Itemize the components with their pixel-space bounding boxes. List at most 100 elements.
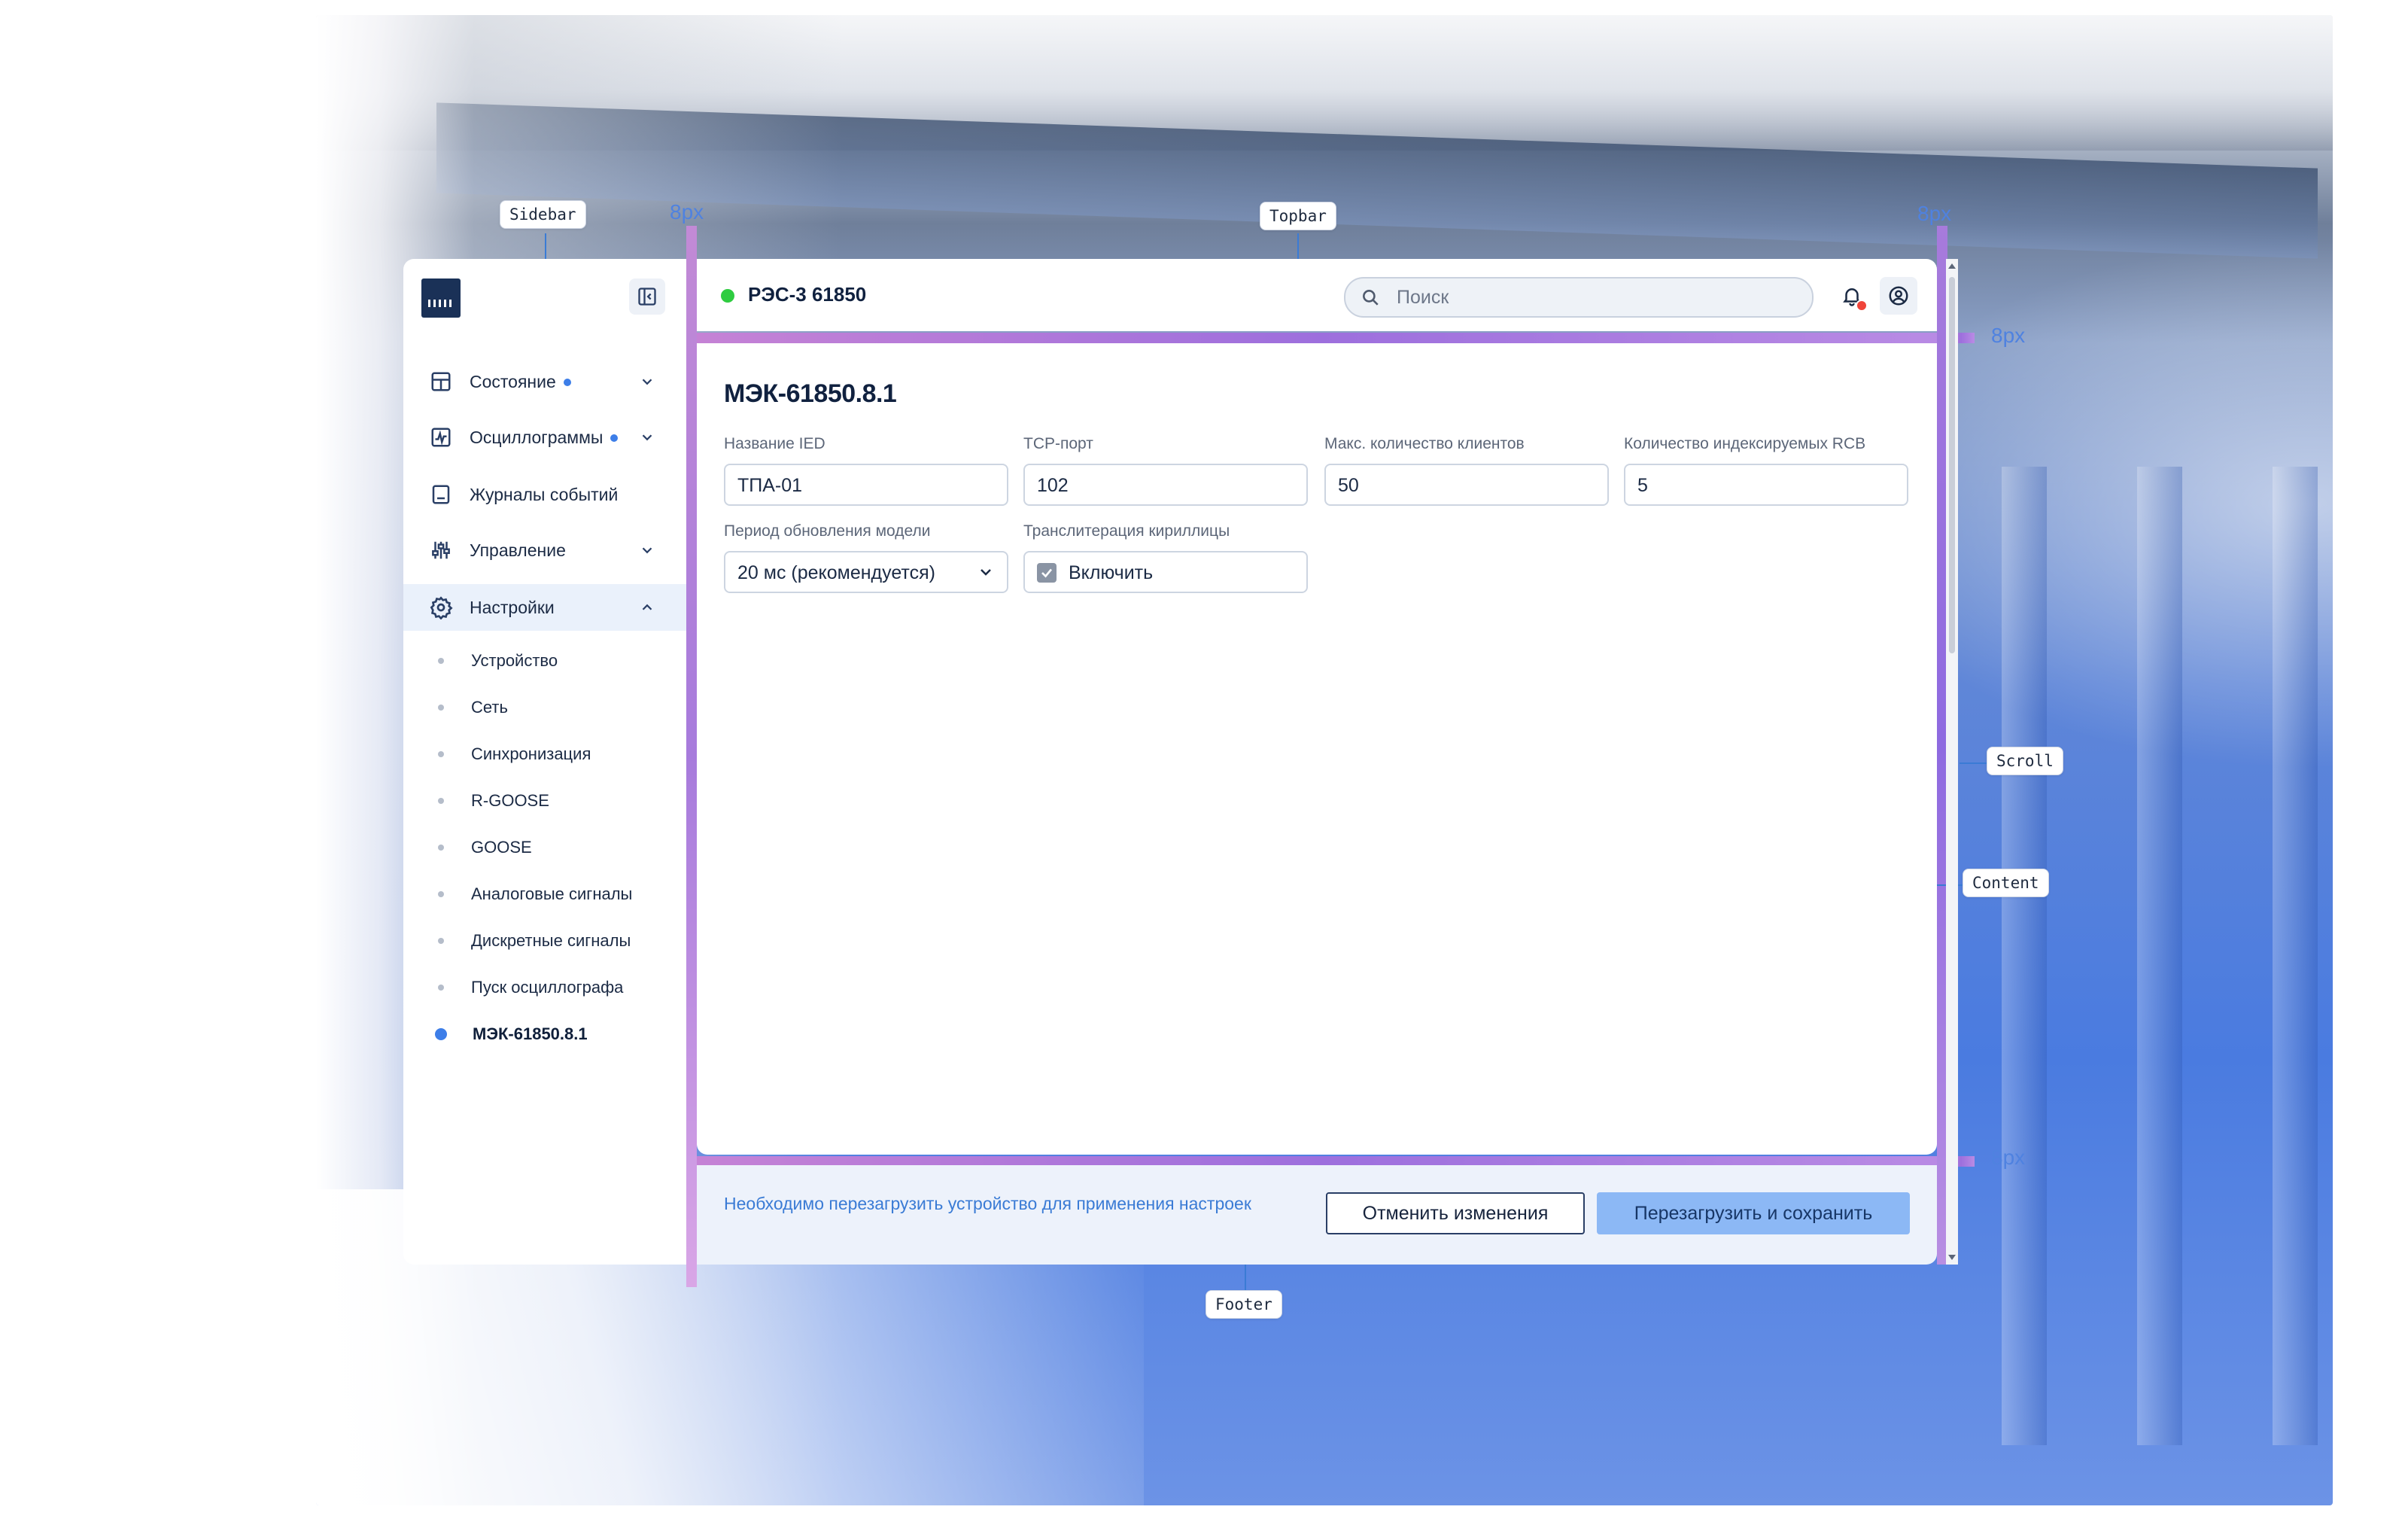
model-period-label: Период обновления модели <box>724 522 931 540</box>
sliders-icon <box>427 537 455 564</box>
transliteration-checkbox[interactable] <box>1037 563 1057 583</box>
right-gap-label-top: 8px <box>1917 202 1952 225</box>
gear-icon <box>427 594 455 621</box>
bullet-icon <box>438 798 444 804</box>
footer: Необходимо перезагрузить устройство для … <box>697 1165 1937 1265</box>
sidebar-item-settings[interactable]: Настройки <box>403 584 686 631</box>
collapse-sidebar-icon <box>638 288 656 306</box>
notification-badge <box>1856 300 1868 312</box>
restart-and-save-button[interactable]: Перезагрузить и сохранить <box>1597 1192 1910 1234</box>
device-name: РЭС-3 61850 <box>748 283 867 306</box>
transliteration-checkbox-label: Включить <box>1069 562 1154 583</box>
scrollbar[interactable] <box>1946 259 1958 1265</box>
topbar-gap-marker <box>697 333 1946 343</box>
topbar-annotation-line <box>1297 233 1299 259</box>
model-period-select[interactable]: 20 мс (рекомендуется) <box>724 551 1008 593</box>
search-input[interactable] <box>1395 283 1789 312</box>
rcb-count-label: Количество индексируемых RCB <box>1624 435 1866 452</box>
check-icon <box>1041 568 1053 578</box>
search-box[interactable] <box>1344 277 1814 318</box>
sidebar-subitem-iec-61850[interactable]: МЭК-61850.8.1 <box>403 1019 686 1049</box>
sidebar-item-status[interactable]: Состояние <box>403 358 686 405</box>
max-clients-input[interactable] <box>1336 471 1595 500</box>
page-title: МЭК-61850.8.1 <box>724 379 897 408</box>
bullet-icon <box>438 751 444 757</box>
collapse-sidebar-button[interactable] <box>629 278 665 315</box>
sidebar-subitem-label: R-GOOSE <box>471 791 549 810</box>
bullet-icon <box>438 705 444 711</box>
sidebar-subitem-discrete-signals[interactable]: Дискретные сигналы <box>403 926 686 956</box>
transliteration-label: Транслитерация кириллицы <box>1023 522 1230 540</box>
sidebar-subitem-sync[interactable]: Синхронизация <box>403 739 686 769</box>
ied-name-field[interactable] <box>724 464 1008 506</box>
max-clients-field[interactable] <box>1324 464 1609 506</box>
sidebar-item-label: Журналы событий <box>470 484 619 504</box>
sidebar-annotation-tag: Sidebar <box>500 200 586 229</box>
chevron-up-icon <box>637 597 658 618</box>
sidebar-subitem-label: Синхронизация <box>471 744 591 763</box>
sidebar-subitem-network[interactable]: Сеть <box>403 692 686 723</box>
sidebar-annotation-line <box>545 233 546 259</box>
sidebar-subitem-label: Аналоговые сигналы <box>471 884 633 903</box>
unread-dot <box>610 434 619 443</box>
rcb-count-field[interactable] <box>1624 464 1908 506</box>
unread-dot <box>563 379 571 387</box>
topbar-gap-label: 8px <box>1991 324 2026 347</box>
chevron-down-icon <box>637 427 658 448</box>
sidebar-subitem-label: Дискретные сигналы <box>471 931 631 950</box>
sidebar-subitem-analog-signals[interactable]: Аналоговые сигналы <box>403 879 686 909</box>
waveform-icon <box>427 424 455 451</box>
sidebar-subitem-oscillograph-start[interactable]: Пуск осциллографа <box>403 972 686 1003</box>
scroll-down-arrow[interactable] <box>1948 1255 1956 1260</box>
sidebar-subitem-label: GOOSE <box>471 838 532 857</box>
bullet-icon <box>438 985 444 991</box>
topbar: РЭС-3 61850 <box>697 259 1937 331</box>
tcp-port-field[interactable] <box>1023 464 1308 506</box>
transliteration-toggle[interactable]: Включить <box>1023 551 1308 593</box>
status-icon <box>427 368 455 395</box>
sidebar: Состояние Осциллограммы Журналы событий … <box>403 259 686 1265</box>
tcp-port-input[interactable] <box>1035 471 1294 500</box>
sidebar-item-label: Состояние <box>470 371 556 391</box>
sidebar-item-oscillograms[interactable]: Осциллограммы <box>403 414 686 461</box>
restart-required-message: Необходимо перезагрузить устройство для … <box>724 1194 1251 1213</box>
max-clients-label: Макс. количество клиентов <box>1324 435 1525 452</box>
device-status-indicator <box>721 289 734 303</box>
sidebar-subitem-r-goose[interactable]: R-GOOSE <box>403 786 686 816</box>
sidebar-item-event-logs[interactable]: Журналы событий <box>403 471 686 518</box>
topbar-annotation-tag: Topbar <box>1260 202 1336 230</box>
sidebar-subitem-label: МЭК-61850.8.1 <box>473 1024 588 1043</box>
scroll-up-arrow[interactable] <box>1948 263 1956 269</box>
sidebar-gap-label: 8px <box>670 200 704 224</box>
bullet-icon <box>438 845 444 851</box>
sidebar-item-label: Настройки <box>470 597 555 617</box>
search-icon <box>1363 290 1379 306</box>
current-bullet-icon <box>435 1028 447 1040</box>
cancel-changes-button[interactable]: Отменить изменения <box>1326 1192 1585 1234</box>
content-annotation-tag: Content <box>1963 869 2049 897</box>
rcb-count-input[interactable] <box>1636 471 1895 500</box>
footer-gap-label: 8px <box>1991 1146 2026 1169</box>
sidebar-gap-marker <box>686 226 697 1287</box>
ied-name-input[interactable] <box>736 471 995 500</box>
bullet-icon <box>438 891 444 897</box>
ied-name-label: Название IED <box>724 435 825 452</box>
company-logo <box>421 278 461 318</box>
sidebar-item-control[interactable]: Управление <box>403 527 686 574</box>
sidebar-subitem-label: Сеть <box>471 698 508 717</box>
sidebar-subitem-device[interactable]: Устройство <box>403 646 686 676</box>
sidebar-item-label: Управление <box>470 540 566 560</box>
chevron-down-icon <box>637 371 658 392</box>
notifications-button[interactable] <box>1833 277 1871 315</box>
user-profile-button[interactable] <box>1880 277 1917 315</box>
scroll-annotation-tag: Scroll <box>1987 747 2063 775</box>
log-icon <box>427 481 455 508</box>
footer-annotation-tag: Footer <box>1206 1290 1282 1319</box>
sidebar-subitem-goose[interactable]: GOOSE <box>403 832 686 863</box>
chevron-down-icon <box>637 540 658 561</box>
bullet-icon <box>438 658 444 664</box>
bullet-icon <box>438 938 444 944</box>
sidebar-subitem-label: Устройство <box>471 651 558 670</box>
chevron-down-icon <box>981 569 991 576</box>
scroll-thumb[interactable] <box>1949 277 1955 653</box>
